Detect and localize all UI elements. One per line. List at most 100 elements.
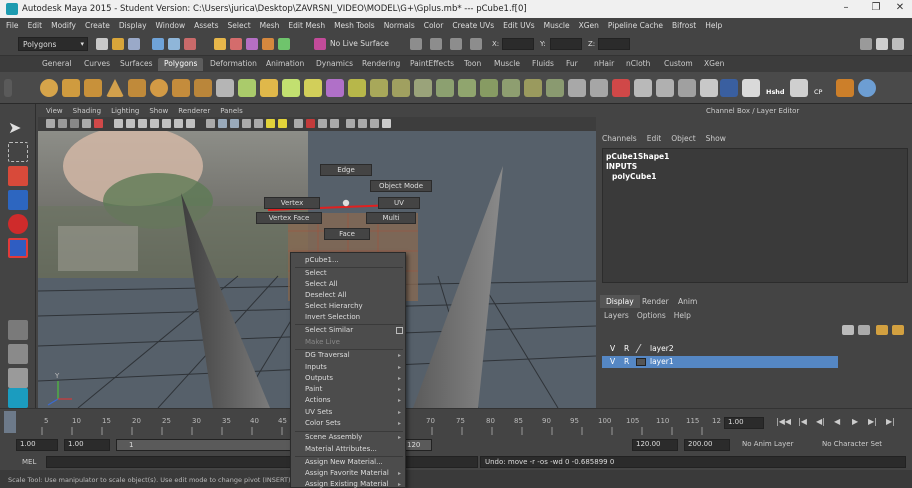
menu-item-invert-selection[interactable]: Invert Selection [291,312,407,323]
menu-xgen[interactable]: XGen [579,21,599,30]
layer-menu-layers[interactable]: Layers [604,311,629,320]
smooth-icon[interactable] [326,79,344,97]
shelf-cp-label[interactable]: CP [814,88,822,96]
menu-item-deselect-all[interactable]: Deselect All [291,290,407,301]
menu-bifrost[interactable]: Bifrost [672,21,696,30]
viewport-menu-shading[interactable]: Shading [73,107,101,115]
shelf-tab-painteffects[interactable]: PaintEffects [404,58,460,71]
ambient-occlusion-icon[interactable] [294,119,303,128]
channel-box-icon[interactable] [892,38,904,50]
paint-weights-icon[interactable] [836,79,854,97]
menu-edit-uvs[interactable]: Edit UVs [503,21,534,30]
extract-icon[interactable] [436,79,454,97]
xray-active-icon[interactable] [370,119,379,128]
layer-reference-toggle[interactable]: R [624,344,629,353]
marking-menu-edge[interactable]: Edge [320,164,372,176]
save-scene-icon[interactable] [128,38,140,50]
ipr-render-icon[interactable] [450,38,462,50]
use-lights-icon[interactable] [266,119,275,128]
paint-select-tool-icon[interactable] [8,166,28,186]
sculpt-icon[interactable] [858,79,876,97]
grease-pencil-icon[interactable] [94,119,103,128]
poly-torus-icon[interactable] [150,79,168,97]
snap-curve-icon[interactable] [230,38,242,50]
merge-icon[interactable] [590,79,608,97]
viewport-menu-show[interactable]: Show [149,107,168,115]
rotate-tool-icon[interactable] [8,214,28,234]
open-scene-icon[interactable] [112,38,124,50]
time-slider[interactable]: 5 10 15 20 25 30 35 40 45 70 75 80 85 90… [0,408,912,436]
shelf-tab-general[interactable]: General [36,58,78,71]
single-perspective-layout-icon[interactable] [8,320,28,340]
current-time-marker[interactable] [4,411,16,433]
step-forward-frame-icon[interactable]: ▶| [868,417,877,426]
poly-helix-icon[interactable] [216,79,234,97]
shelf-tab-deformation[interactable]: Deformation [204,58,263,71]
layer-reference-toggle[interactable]: R [624,357,629,366]
xray-joints-icon[interactable] [358,119,367,128]
shadows-icon[interactable] [278,119,287,128]
scale-tool-icon[interactable] [8,238,28,258]
go-to-start-icon[interactable]: |◀◀ [776,417,791,426]
marking-menu-multi[interactable]: Multi [366,212,416,224]
animation-start-field[interactable]: 1.00 [16,439,58,451]
resolution-gate-icon[interactable] [138,119,147,128]
shelf-tab-ncloth[interactable]: nCloth [620,58,656,71]
shelf-tab-polygons[interactable]: Polygons [158,58,204,71]
menu-item-inputs[interactable]: Inputs ▸ [291,362,407,373]
option-box-icon[interactable] [396,327,403,334]
character-set-dropdown[interactable]: No Character Set [816,439,908,451]
current-frame-field[interactable]: 1.00 [724,417,764,429]
select-camera-icon[interactable] [46,119,55,128]
depth-of-field-icon[interactable] [330,119,339,128]
layer-menu-options[interactable]: Options [637,311,666,320]
playback-start-field[interactable]: 1.00 [64,439,110,451]
marking-menu-uv[interactable]: UV [378,197,420,209]
channel-box-menu-show[interactable]: Show [706,134,726,143]
new-layer-from-selected-icon[interactable] [858,325,870,335]
new-scene-icon[interactable] [96,38,108,50]
shelf-hshd-label[interactable]: Hshd [766,88,785,96]
command-language-label[interactable]: MEL [22,458,36,466]
render-settings-icon[interactable] [470,38,482,50]
uv-editor-icon[interactable] [720,79,738,97]
shelf-tab-animation[interactable]: Animation [260,58,310,71]
append-to-polygon-icon[interactable] [502,79,520,97]
step-back-key-icon[interactable]: |◀ [798,417,807,426]
transform-y-field[interactable] [550,38,582,50]
maya-help-icon[interactable] [8,388,28,408]
viewport-menu-renderer[interactable]: Renderer [178,107,210,115]
select-hierarchy-icon[interactable] [152,38,164,50]
wedge-icon[interactable] [634,79,652,97]
shelf-tab-muscle[interactable]: Muscle [488,58,526,71]
menu-color[interactable]: Color [424,21,444,30]
history-icon[interactable] [410,38,422,50]
menu-select[interactable]: Select [228,21,251,30]
combine-icon[interactable] [282,79,300,97]
menu-item-paint[interactable]: Paint ▸ [291,384,407,395]
layer-tab-anim[interactable]: Anim [672,295,703,308]
layer-tab-display[interactable]: Display [600,295,640,308]
bridge-icon[interactable] [480,79,498,97]
safe-title-icon[interactable] [186,119,195,128]
channel-box-menu-channels[interactable]: Channels [602,134,637,143]
menu-item-select[interactable]: Select [291,268,407,279]
minimize-button[interactable]: – [836,2,856,16]
snap-point-icon[interactable] [246,38,258,50]
shelf-tab-dynamics[interactable]: Dynamics [310,58,359,71]
menu-item-assign-favorite-material[interactable]: Assign Favorite Material ▸ [291,468,407,479]
outliner-layout-icon[interactable] [8,368,28,388]
boolean-union-icon[interactable] [348,79,366,97]
grid-icon[interactable] [114,119,123,128]
move-layer-down-icon[interactable] [892,325,904,335]
move-tool-icon[interactable] [8,190,28,210]
animation-end-field[interactable]: 200.00 [684,439,730,451]
shelf-tab-xgen[interactable]: XGen [698,58,730,71]
hud-toggle-icon[interactable] [382,119,391,128]
new-layer-icon[interactable] [842,325,854,335]
poly-prism-icon[interactable] [172,79,190,97]
shelf-tab-toon[interactable]: Toon [458,58,487,71]
step-back-frame-icon[interactable]: ◀| [816,417,825,426]
menu-create[interactable]: Create [85,21,110,30]
film-gate-icon[interactable] [126,119,135,128]
